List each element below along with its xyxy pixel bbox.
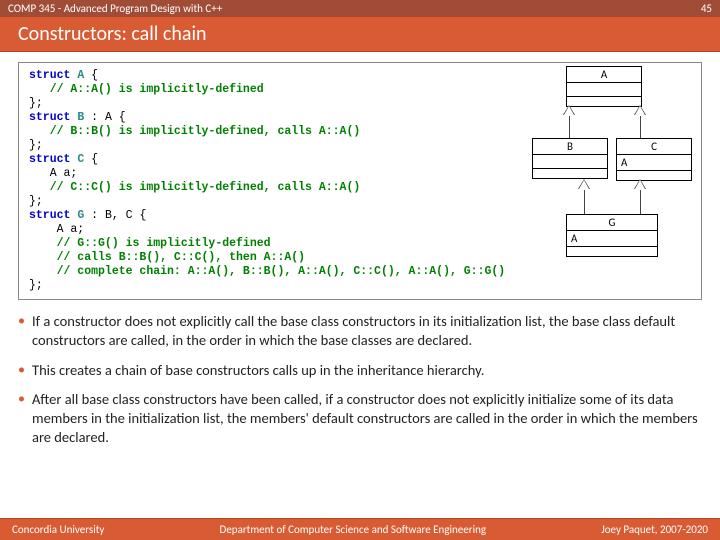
cmt: // complete chain: A::A(), B::B(), A::A(… (29, 265, 505, 278)
tok: A a; (29, 223, 84, 236)
uml-ops (533, 169, 607, 178)
course-label: COMP 345 - Advanced Program Design with … (8, 2, 222, 15)
cmt: // C::C() is implicitly-defined, calls A… (29, 181, 360, 194)
uml-class-b: B (532, 138, 608, 179)
footer-bar: Concordia University Department of Compu… (0, 518, 720, 540)
tok: A a; (29, 167, 77, 180)
tok: }; (29, 279, 43, 292)
uml-class-a: A (566, 66, 642, 107)
tok: }; (29, 195, 43, 208)
uml-ops (617, 171, 691, 180)
kw: struct (29, 209, 70, 222)
uml-arrow (584, 188, 585, 214)
tok: : A { (91, 111, 126, 124)
kw: struct (29, 69, 70, 82)
slide-body: struct A { // A::A() is implicitly-defin… (0, 52, 720, 518)
tok: { (91, 69, 98, 82)
uml-arrowhead-fill (579, 180, 589, 189)
tok: }; (29, 139, 43, 152)
kw: struct (29, 153, 70, 166)
cmt: // A::A() is implicitly-defined (29, 83, 264, 96)
slide: COMP 345 - Advanced Program Design with … (0, 0, 720, 540)
uml-attrs (533, 155, 607, 169)
cmt: // B::B() is implicitly-defined, calls A… (29, 125, 360, 138)
uml-arrowhead-fill (564, 106, 574, 115)
uml-arrow (569, 114, 570, 138)
uml-name: G (567, 215, 657, 231)
uml-name: C (617, 139, 691, 155)
footer-left: Concordia University (12, 523, 104, 536)
footer-center: Department of Computer Science and Softw… (220, 523, 487, 536)
kw: struct (29, 111, 70, 124)
cls: A (70, 69, 91, 82)
bullet-item: This creates a chain of base constructor… (18, 361, 702, 380)
uml-arrow (640, 114, 641, 138)
bullet-list: If a constructor does not explicitly cal… (18, 312, 702, 447)
uml-attrs: A (617, 155, 691, 171)
uml-ops (567, 97, 641, 106)
uml-name: B (533, 139, 607, 155)
bullet-item: After all base class constructors have b… (18, 390, 702, 447)
uml-arrowhead-fill (635, 106, 645, 115)
uml-attrs (567, 83, 641, 97)
uml-arrow (640, 188, 641, 214)
slide-title: Constructors: call chain (0, 16, 720, 52)
cls: B (70, 111, 91, 124)
cmt: // G::G() is implicitly-defined (29, 237, 271, 250)
footer-right: Joey Paquet, 2007-2020 (601, 523, 708, 536)
tok: : B, C { (91, 209, 146, 222)
title-text: Constructors: call chain (18, 22, 207, 46)
uml-class-g: G A (566, 214, 658, 257)
uml-name: A (567, 67, 641, 83)
bullet-item: If a constructor does not explicitly cal… (18, 312, 702, 350)
cmt: // calls B::B(), C::C(), then A::A() (29, 251, 305, 264)
cls: C (70, 153, 91, 166)
uml-class-c: C A (616, 138, 692, 181)
uml-arrowhead-fill (635, 180, 645, 189)
cls: G (70, 209, 91, 222)
uml-ops (567, 247, 657, 256)
page-number: 45 (701, 2, 712, 15)
tok: }; (29, 97, 43, 110)
uml-attrs: A (567, 231, 657, 247)
tok: { (91, 153, 98, 166)
top-bar: COMP 345 - Advanced Program Design with … (0, 0, 720, 16)
